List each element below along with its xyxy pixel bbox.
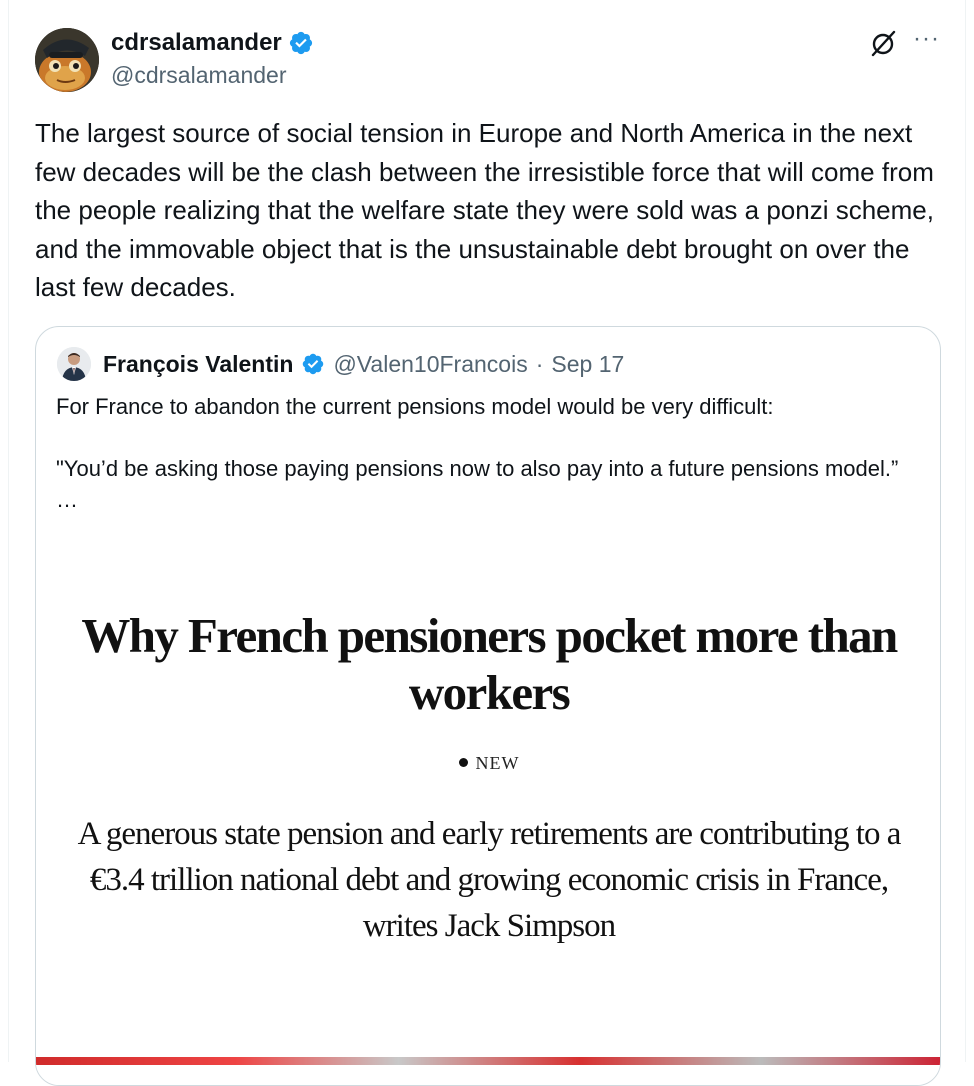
author-avatar[interactable] [35,28,99,92]
post-top-actions: ··· [869,27,940,58]
quoted-post-date[interactable]: Sep 17 [551,348,624,380]
quoted-author-name[interactable]: François Valentin [103,348,293,380]
quoted-post-header: François Valentin @Valen10Francois · Sep… [57,347,624,381]
person-avatar-image [57,347,91,381]
author-name-row[interactable]: cdrsalamander [111,28,314,58]
meta-separator: · [535,351,544,377]
quoted-post-card[interactable]: François Valentin @Valen10Francois · Sep… [35,326,941,1086]
verified-badge-icon[interactable] [288,30,314,56]
verified-badge-icon[interactable] [301,352,325,376]
article-preview-image[interactable]: Why French pensioners pocket more than w… [36,555,940,1085]
quoted-text-ellipsis: … [56,487,78,512]
more-options-icon[interactable]: ··· [913,27,940,51]
quoted-author-avatar[interactable] [57,347,91,381]
post-text: The largest source of social tension in … [35,118,934,302]
grok-icon[interactable] [869,28,899,58]
article-image-strip [36,1057,940,1065]
salamander-avatar-image [35,28,99,92]
article-standfirst: A generous state pension and early retir… [77,816,902,944]
bullet-icon [458,758,468,767]
new-badge: NEW [36,753,940,774]
new-badge-label: NEW [475,753,520,773]
quoted-text-quote: "You’d be asking those paying pensions n… [56,456,899,481]
author-name[interactable]: cdrsalamander [111,28,282,58]
article-headline: Why French pensioners pocket more than w… [81,608,898,720]
quoted-text-line: For France to abandon the current pensio… [56,394,774,419]
author-handle[interactable]: @cdrsalamander [111,61,286,89]
quoted-author-handle[interactable]: @Valen10Francois [333,348,527,380]
quoted-post-text: For France to abandon the current pensio… [56,391,926,515]
